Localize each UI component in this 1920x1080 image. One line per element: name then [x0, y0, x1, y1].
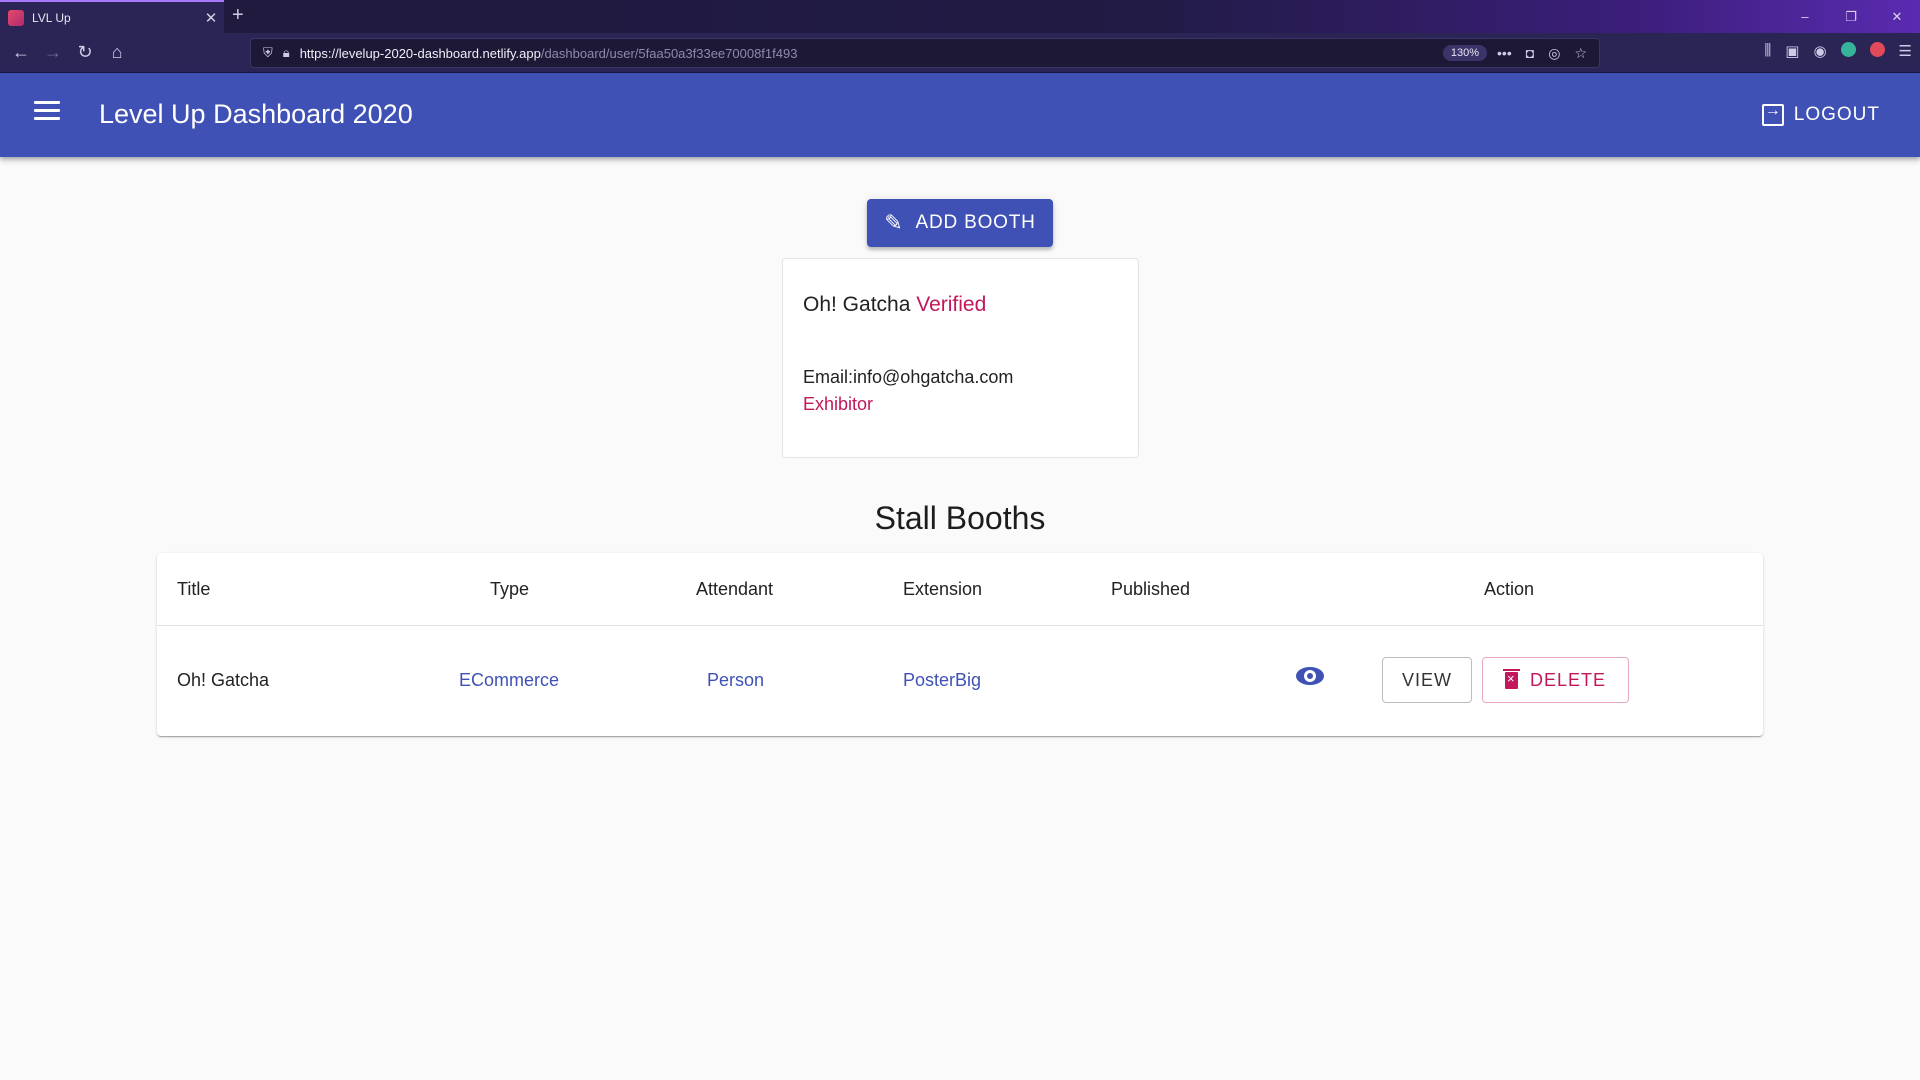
pencil-icon: ✎	[884, 210, 904, 235]
reload-icon[interactable]: ↻	[72, 41, 98, 63]
menu-icon[interactable]	[34, 101, 60, 121]
logout-button[interactable]: LOGOUT	[1761, 95, 1880, 135]
header-published: Published	[1111, 579, 1191, 599]
header-type: Type	[490, 579, 530, 599]
tab-title: LVL Up	[32, 10, 71, 25]
window-controls: – ❐ ✕	[1782, 0, 1920, 33]
add-booth-button[interactable]: ✎ ADD BOOTH	[867, 199, 1053, 247]
extension-icon[interactable]: ◎	[1548, 45, 1560, 62]
library-icon[interactable]: ⫼	[1764, 42, 1771, 60]
logout-label: LOGOUT	[1793, 104, 1880, 125]
browser-tab[interactable]: LVL Up ✕	[0, 0, 224, 33]
header-title: Title	[177, 579, 211, 599]
view-button[interactable]: VIEW	[1382, 657, 1472, 703]
header-action: Action	[1484, 579, 1535, 599]
cell-extension: PosterBig	[903, 670, 982, 690]
profile-name-line: Oh! Gatcha Verified	[803, 293, 1118, 317]
delete-button[interactable]: DELETE	[1482, 657, 1629, 703]
hamburger-menu-icon[interactable]: ☰	[1899, 42, 1912, 60]
url-text[interactable]: https://levelup-2020-dashboard.netlify.a…	[300, 46, 1433, 61]
minimize-button[interactable]: –	[1782, 0, 1828, 33]
trash-icon	[1502, 668, 1520, 689]
bookmark-star-icon[interactable]: ☆	[1574, 45, 1587, 62]
profile-role: Exhibitor	[803, 394, 874, 414]
booths-table: Title Type Attendant Extension Published…	[157, 553, 1763, 736]
profile-card: Oh! Gatcha Verified Email:info@ohgatcha.…	[782, 258, 1139, 458]
more-actions-icon[interactable]: •••	[1497, 45, 1512, 61]
shield-icon[interactable]: ⛨	[263, 45, 273, 61]
profile-email: Email:info@ohgatcha.com	[803, 367, 1014, 387]
eye-icon[interactable]	[1296, 667, 1324, 685]
cell-attendant: Person	[707, 670, 765, 690]
browser-navbar: ← → ↻ ⌂ ⛨ 🔒︎ https://levelup-2020-dashbo…	[0, 33, 1920, 73]
header-extension: Extension	[903, 579, 983, 599]
cell-type: ECommerce	[459, 670, 560, 690]
zoom-level[interactable]: 130%	[1442, 45, 1488, 61]
app-title: Level Up Dashboard 2020	[99, 99, 413, 129]
home-icon[interactable]: ⌂	[104, 41, 130, 63]
browser-tabstrip: LVL Up ✕ + – ❐ ✕	[0, 0, 1920, 33]
new-tab-button[interactable]: +	[232, 5, 244, 25]
close-tab-icon[interactable]: ✕	[198, 9, 224, 27]
pocket-icon[interactable]: ◘	[1526, 45, 1534, 61]
lock-icon[interactable]: 🔒︎	[283, 45, 290, 61]
extension-red-icon[interactable]	[1869, 42, 1885, 57]
app-bar: Level Up Dashboard 2020 LOGOUT	[0, 73, 1920, 157]
extension-teal-icon[interactable]	[1840, 42, 1856, 57]
section-title: Stall Booths	[874, 500, 1046, 536]
address-bar[interactable]: ⛨ 🔒︎ https://levelup-2020-dashboard.netl…	[250, 38, 1600, 68]
account-icon[interactable]: ◉	[1813, 42, 1826, 60]
back-arrow-icon[interactable]: ←	[8, 41, 34, 63]
table-header: Title Type Attendant Extension Published…	[157, 553, 1763, 626]
favicon-icon	[8, 9, 24, 26]
restore-button[interactable]: ❐	[1828, 0, 1874, 33]
cell-title: Oh! Gatcha	[177, 670, 270, 690]
add-booth-label: ADD BOOTH	[915, 212, 1036, 233]
delete-label: DELETE	[1529, 669, 1607, 690]
logout-icon	[1761, 102, 1784, 126]
browser-toolbar-right: ⫼ ▣ ◉ ☰	[1764, 42, 1912, 60]
forward-arrow-icon[interactable]: →	[40, 41, 66, 63]
verified-status: Verified	[916, 293, 987, 316]
close-window-button[interactable]: ✕	[1874, 0, 1920, 33]
header-attendant: Attendant	[696, 579, 774, 599]
profile-name: Oh! Gatcha	[803, 293, 911, 316]
sidebar-icon[interactable]: ▣	[1785, 42, 1799, 60]
